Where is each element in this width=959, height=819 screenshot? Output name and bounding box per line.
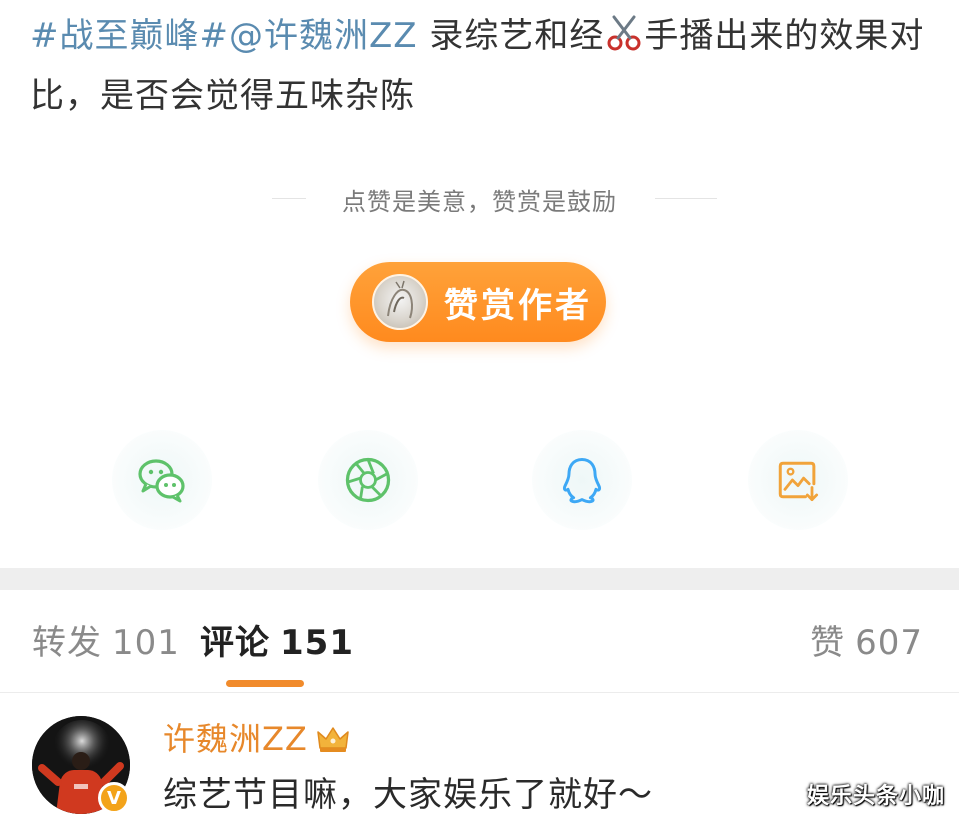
wechat-icon xyxy=(138,459,185,503)
weibo-post-page: #战至巅峰#@许魏洲ZZ 录综艺和经 手播出来的效果对比，是否会觉得五味杂陈 点赞… xyxy=(0,0,959,819)
share-moments-button[interactable] xyxy=(318,430,418,530)
scissors-icon xyxy=(604,12,644,52)
moments-icon xyxy=(345,457,391,503)
watermark: 娱乐头条小咖 xyxy=(806,784,945,809)
save-image-icon xyxy=(778,461,819,501)
reward-button-label: 赞赏作者 xyxy=(444,285,592,326)
tab-comments-count: 151 xyxy=(280,623,354,663)
tab-repost-count: 101 xyxy=(112,623,180,663)
tab-likes-count: 607 xyxy=(855,623,923,663)
tab-comments-label: 评论 xyxy=(200,623,270,663)
tab-comments[interactable]: 评论 151 xyxy=(200,618,354,668)
tab-repost[interactable]: 转发 101 xyxy=(32,618,180,668)
share-qq-button[interactable] xyxy=(532,430,632,530)
crown-icon xyxy=(316,720,350,752)
post-text-part1: 录综艺和经 xyxy=(417,16,605,56)
qq-icon xyxy=(562,457,602,504)
tab-likes-label: 赞 xyxy=(810,623,846,663)
commenter-username[interactable]: 许魏洲ZZ xyxy=(163,720,308,758)
author-avatar xyxy=(372,274,428,330)
verified-badge: V xyxy=(98,782,130,814)
tabs-divider xyxy=(0,692,959,693)
tab-likes[interactable]: 赞 607 xyxy=(810,618,923,668)
mention-link[interactable]: @许魏洲ZZ xyxy=(229,16,418,56)
tab-repost-label: 转发 xyxy=(32,623,102,663)
section-separator xyxy=(0,568,959,590)
reward-author-button[interactable]: 赞赏作者 xyxy=(350,262,606,342)
topic-link[interactable]: #战至巅峰# xyxy=(30,16,229,56)
save-image-button[interactable] xyxy=(748,430,848,530)
share-wechat-button[interactable] xyxy=(112,430,212,530)
comment-text: 综艺节目嘛，大家娱乐了就好～ xyxy=(163,775,653,815)
post-text: #战至巅峰#@许魏洲ZZ 录综艺和经 手播出来的效果对比，是否会觉得五味杂陈 xyxy=(30,6,930,126)
reward-caption: 点赞是美意，赞赏是鼓励 xyxy=(342,188,617,216)
commenter-name-row: 许魏洲ZZ xyxy=(163,716,350,762)
active-tab-indicator xyxy=(226,680,304,687)
